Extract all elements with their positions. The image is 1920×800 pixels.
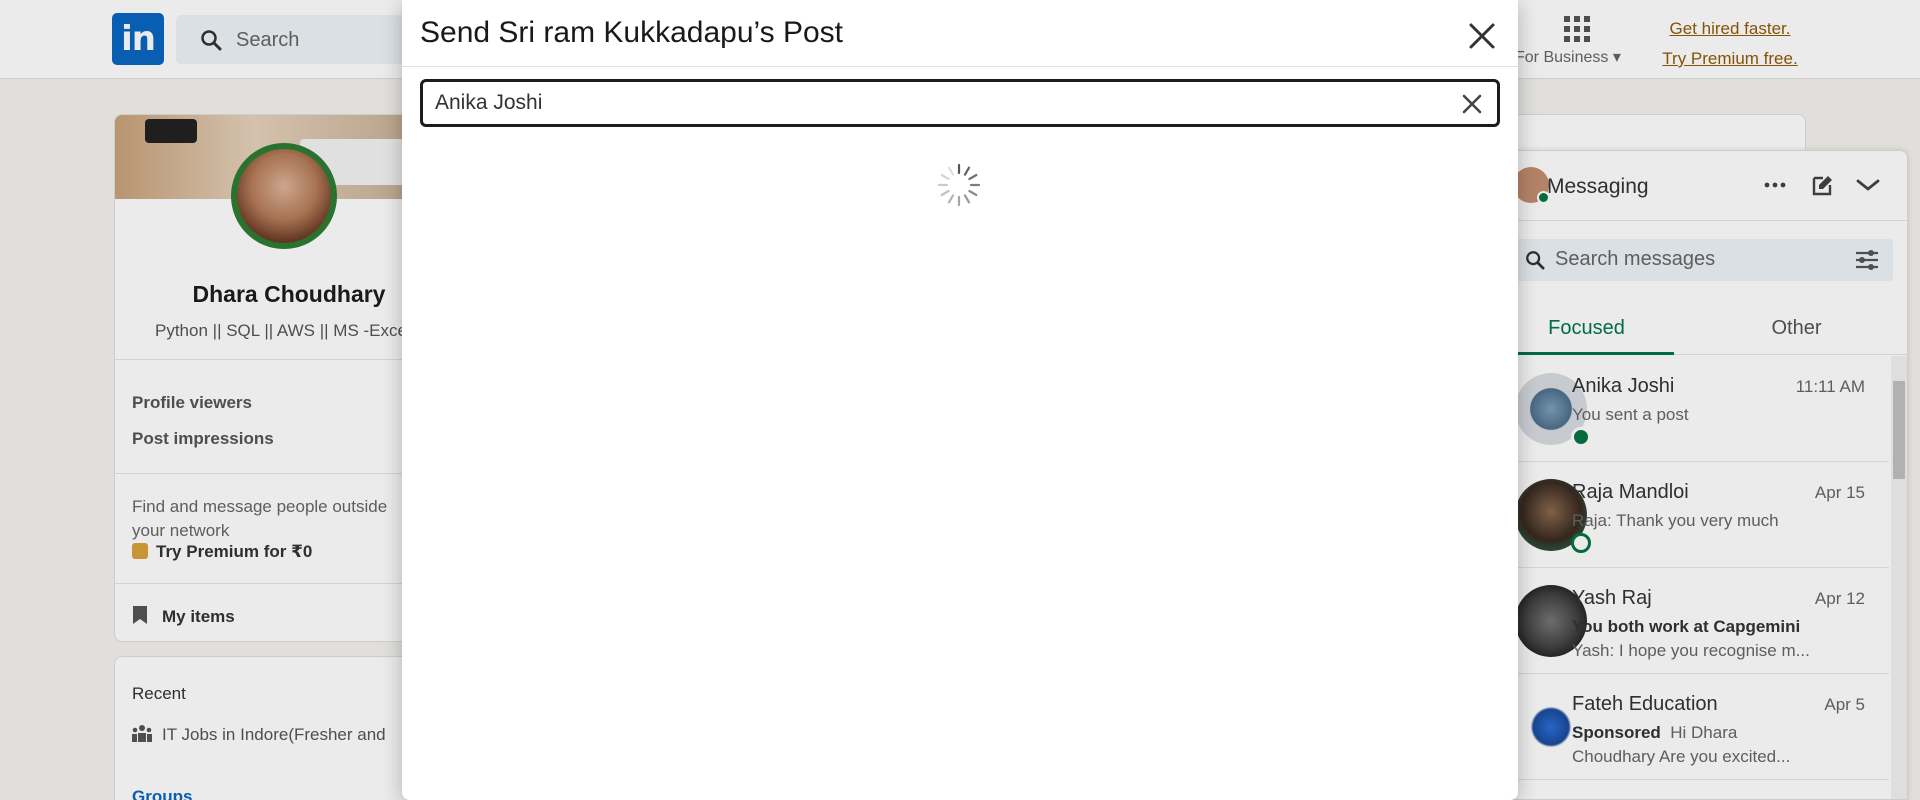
send-post-dialog: Send Sri ram Kukkadapu’s Post [402, 0, 1518, 800]
recipient-search-input[interactable] [420, 79, 1500, 127]
loading-spinner-icon [937, 163, 981, 207]
dialog-divider [402, 66, 1518, 67]
dialog-title: Send Sri ram Kukkadapu’s Post [420, 16, 844, 49]
close-icon[interactable] [1462, 16, 1502, 56]
clear-input-icon[interactable] [1456, 88, 1488, 120]
